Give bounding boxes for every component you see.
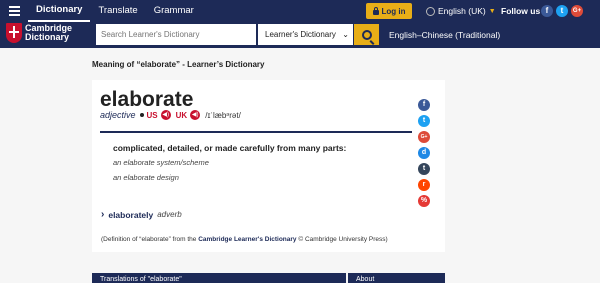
dictionary-select-value: Learner's Dictionary [265, 30, 336, 39]
dictionary-select[interactable]: Learner's Dictionary ⌄ [258, 24, 353, 45]
language-selector[interactable]: English (UK) ▼ [426, 0, 496, 22]
cambridge-shield-icon [6, 23, 22, 43]
search-button[interactable] [354, 24, 379, 45]
about-panel-header[interactable]: About [348, 273, 445, 283]
login-button[interactable]: Log in [366, 3, 412, 19]
cambridge-logo[interactable]: Cambridge Dictionary [6, 23, 72, 43]
search-icon [361, 29, 372, 40]
login-label: Log in [381, 6, 406, 16]
uk-label: UK [175, 110, 188, 120]
us-audio-icon[interactable]: ◀) [160, 110, 171, 120]
nav-dictionary[interactable]: Dictionary [28, 0, 91, 22]
translations-panel-header[interactable]: Translations of "elaborate" [92, 273, 346, 283]
divider [100, 131, 412, 133]
share-delicious-icon[interactable]: d [418, 147, 430, 159]
share-reddit-icon[interactable]: r [418, 179, 430, 191]
lock-icon [372, 6, 379, 15]
example-sentence: an elaborate system/scheme [113, 158, 209, 167]
example-sentence: an elaborate design [113, 173, 179, 182]
follow-us-label: Follow us [501, 6, 541, 16]
related-word-item[interactable]: › elaborately adverb [101, 209, 182, 220]
language-label: English (UK) [438, 6, 486, 16]
chevron-down-icon: ▼ [488, 7, 496, 15]
twitter-icon[interactable]: t [556, 5, 568, 17]
citation: (Definition of “elaborate” from the Camb… [101, 236, 388, 243]
headword: elaborate [100, 88, 194, 111]
entry-card: elaborate adjective US ◀) UK ◀) /ɪˈlæbᵊr… [92, 80, 445, 252]
related-word-pos: adverb [157, 210, 182, 219]
share-twitter-icon[interactable]: t [418, 115, 430, 127]
citation-source-link[interactable]: Cambridge Learner's Dictionary [198, 236, 296, 243]
chevron-down-icon: ⌄ [342, 30, 349, 39]
us-label: US [146, 110, 158, 120]
google-plus-icon[interactable]: G+ [571, 5, 583, 17]
nav-grammar[interactable]: Grammar [146, 0, 202, 22]
part-of-speech: adjective [100, 110, 136, 120]
share-google-plus-icon[interactable]: G+ [418, 131, 430, 143]
menu-icon[interactable] [0, 0, 28, 22]
share-facebook-icon[interactable]: f [418, 99, 430, 111]
citation-prefix: (Definition of “elaborate” from the [101, 236, 199, 243]
translation-link[interactable]: English–Chinese (Traditional) [389, 22, 500, 48]
pronunciation-line: adjective US ◀) UK ◀) /ɪˈlæbᵊrət/ [100, 110, 241, 120]
bullet-icon [139, 113, 144, 117]
facebook-icon[interactable]: f [541, 5, 553, 17]
globe-icon [426, 6, 435, 16]
related-word[interactable]: elaborately [108, 210, 153, 220]
page-title: Meaning of “elaborate” - Learner’s Dicti… [92, 60, 265, 69]
share-link-icon[interactable]: % [418, 195, 430, 207]
search-input[interactable] [96, 24, 256, 45]
ipa-pronunciation: /ɪˈlæbᵊrət/ [205, 110, 241, 120]
nav-translate[interactable]: Translate [90, 0, 145, 22]
definition: complicated, detailed, or made carefully… [113, 143, 347, 153]
share-tumblr-icon[interactable]: t [418, 163, 430, 175]
logo-line2: Dictionary [25, 32, 70, 42]
chevron-right-icon: › [101, 209, 105, 220]
search-bar: Cambridge Dictionary Learner's Dictionar… [0, 22, 600, 48]
citation-suffix: © Cambridge University Press) [296, 236, 388, 243]
uk-audio-icon[interactable]: ◀) [190, 110, 201, 120]
